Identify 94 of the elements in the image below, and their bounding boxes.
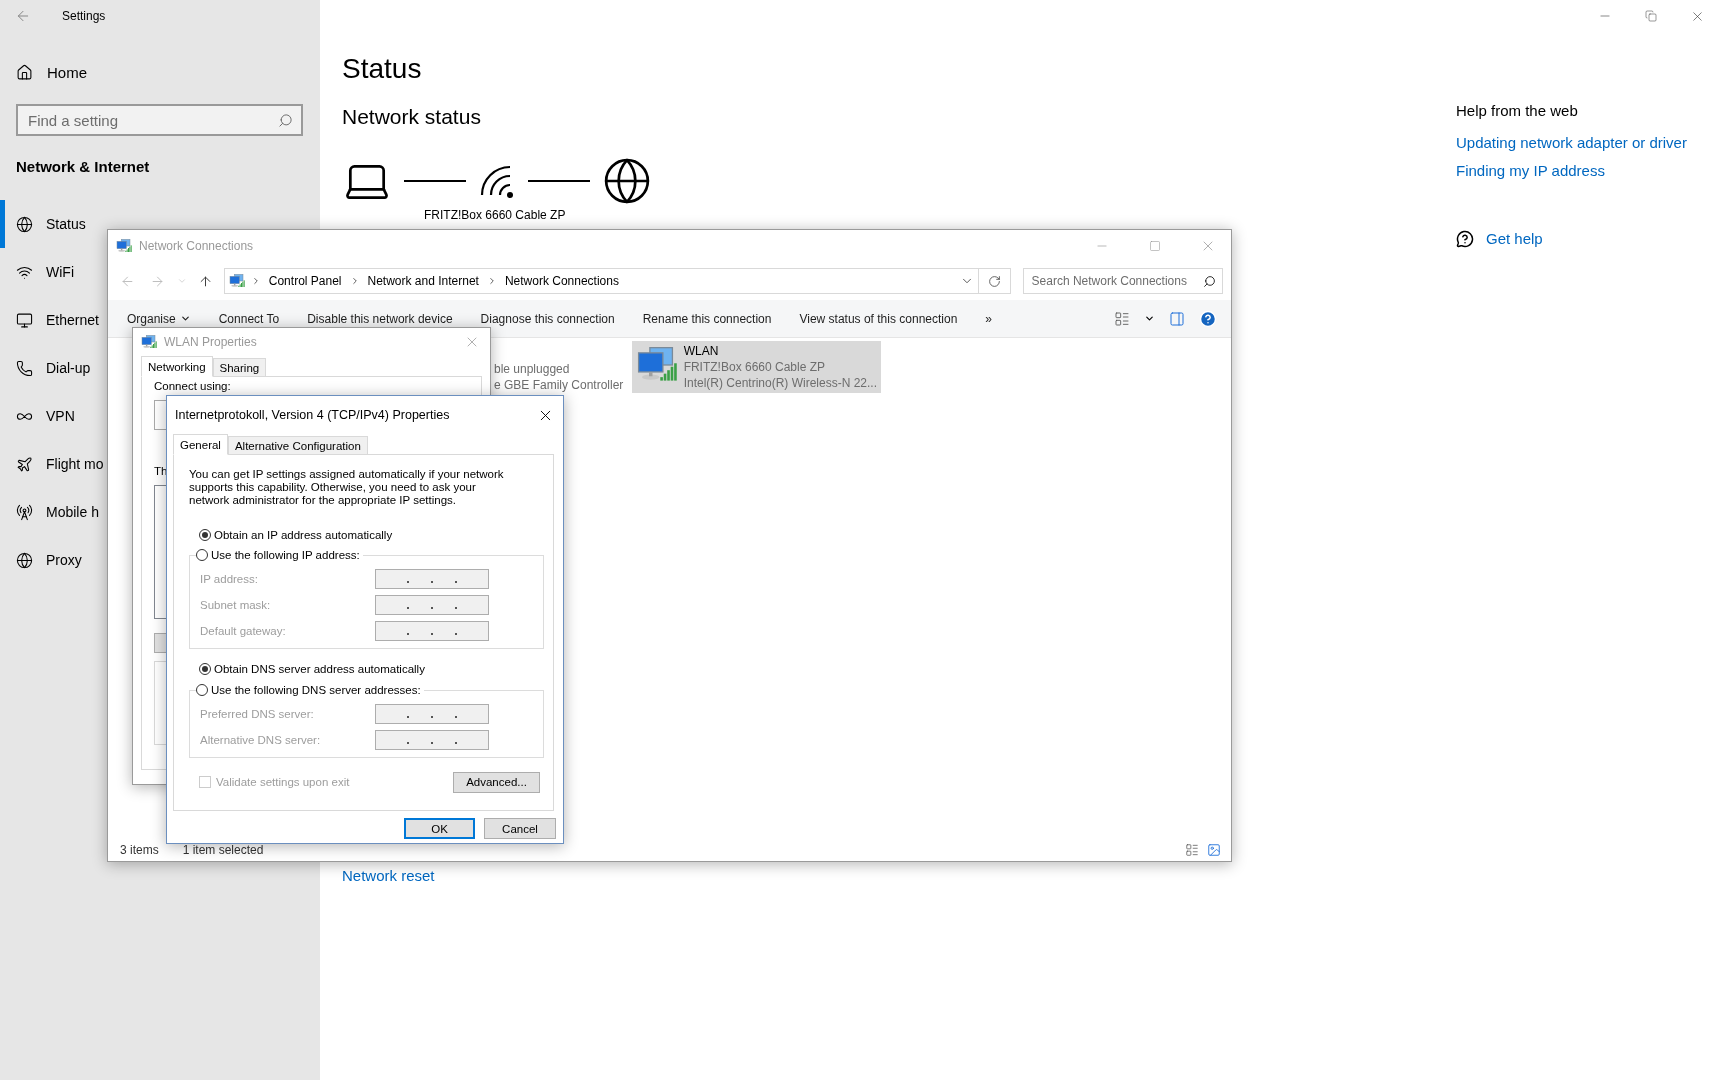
tab[interactable]: General [173,434,228,455]
connection-name: WLAN [683,343,720,359]
nav-item[interactable]: VPN [0,392,77,440]
breadcrumb[interactable]: Control Panel [266,274,344,288]
app-title: Settings [62,9,106,23]
connection-item[interactable]: WLAN FRITZ!Box 6660 Cable ZP Intel(R) Centrino(R) Wireless-N 22... [632,341,881,393]
field-label: IP address: [200,573,259,585]
breadcrumb[interactable]: Network and Internet [365,274,481,288]
radio-tower-icon [16,503,33,521]
radio-button[interactable]: Obtain DNS server address automatically [199,661,428,677]
help-title: Help from the web [1456,102,1578,119]
dialog-title: Internetprotokoll, Version 4 (TCP/IPv4) Properties [175,408,451,422]
field-label: Default gateway: [200,625,287,637]
search-icon [1203,274,1216,288]
toolbar-button[interactable]: Rename this connection [642,311,772,326]
wifi-icon [478,163,516,199]
breadcrumb[interactable]: Network Connections [502,274,621,288]
nav-item[interactable]: WiFi [0,248,76,296]
nav-item[interactable]: Status [0,200,88,248]
description-text: You can get IP settings assigned automatically if your network supports this capability. Otherwise, you need to ask your network administrator for the appropriate IP settings. [189,468,505,507]
refresh-button[interactable] [978,268,1011,294]
ip-field[interactable] [375,595,489,615]
advanced-button[interactable]: Advanced... [453,771,540,793]
search-icon [278,112,293,128]
nav-item[interactable]: Dial-up [0,344,93,392]
caret-icon[interactable] [1144,313,1155,324]
nav-item[interactable]: Proxy [0,536,84,584]
refresh-icon [987,274,1001,288]
connection-detail: e GBE Family Controller [494,377,625,393]
window-title: WLAN Properties [164,335,258,349]
nav-item[interactable]: Mobile h [0,488,101,536]
network-folder-icon [141,334,157,350]
tab[interactable]: Sharing [212,358,267,377]
window-title: Network Connections [139,239,255,253]
network-folder-icon [116,238,132,254]
help-link[interactable]: Updating network adapter or driver [1456,133,1687,153]
more-button[interactable]: » [985,311,992,326]
globe-icon [16,215,33,233]
help-link[interactable]: Finding my IP address [1456,161,1605,181]
details-view-icon[interactable] [1185,843,1199,857]
toolbar-button[interactable]: Disable this network device [307,311,453,326]
back-arrow-icon [15,8,31,24]
globe-icon [602,156,652,206]
network-folder-icon [228,273,245,289]
field-label: Subnet mask: [200,599,272,611]
help-icon[interactable] [1199,309,1217,328]
forward-arrow-icon [150,273,166,289]
field-label: Preferred DNS server: [200,708,315,720]
connection-detail: ble unplugged [494,361,571,377]
address-bar[interactable]: Control Panel Network and Internet Network Connections [223,268,979,294]
toolbar-button[interactable]: Organise [127,311,191,326]
monitor-icon [16,311,33,329]
toolbar-button[interactable]: Diagnose this connection [480,311,615,326]
ip-field[interactable] [375,730,489,750]
link-line [528,180,590,182]
large-icons-view-icon[interactable] [1207,843,1221,857]
link-line [404,180,466,182]
help-chat-icon [1456,230,1474,248]
ip-field[interactable] [375,621,489,641]
dialog-button[interactable]: Cancel [484,818,556,839]
connection-adapter: Intel(R) Centrino(R) Wireless-N 22... [683,375,877,391]
field-label: Connect using: [154,379,231,394]
page-title: Status [342,52,422,86]
globe-icon [16,551,33,569]
get-help-link[interactable]: Get help [1486,229,1543,249]
maximize-icon [1149,240,1161,252]
status-text: 3 items [120,843,159,857]
tab[interactable]: Networking [141,356,213,377]
restore-icon [1645,10,1657,22]
ip-field[interactable] [375,569,489,589]
preview-pane-icon[interactable] [1169,310,1185,327]
section-heading: Network status [342,104,481,130]
tab[interactable]: Alternative Configuration [227,436,368,455]
view-icon[interactable] [1114,310,1130,327]
home-nav-item[interactable]: Home [0,56,320,88]
nav-item[interactable]: Flight mo [0,440,106,488]
search-field[interactable]: Find a setting [26,110,278,130]
status-text: 1 item selected [182,843,264,857]
search-box[interactable]: Find a setting [16,104,303,136]
section-title: Network & Internet [16,158,151,176]
toolbar-button[interactable]: View status of this connection [799,311,958,326]
nav-item[interactable]: Ethernet [0,296,101,344]
chevron-down-icon [176,276,187,286]
router-label: FRITZ!Box 6660 Cable ZP [424,208,566,222]
network-reset-link[interactable]: Network reset [342,867,435,884]
ip-field[interactable] [375,704,489,724]
radio-button[interactable]: Obtain an IP address automatically [199,527,396,543]
dialog-button[interactable]: OK [404,818,475,839]
connection-network: FRITZ!Box 6660 Cable ZP [683,359,826,375]
plane-icon [16,455,33,473]
toolbar-button[interactable]: Connect To [218,311,280,326]
phone-icon [16,359,33,377]
home-icon [16,63,33,81]
field-label: Alternative DNS server: [200,734,322,746]
